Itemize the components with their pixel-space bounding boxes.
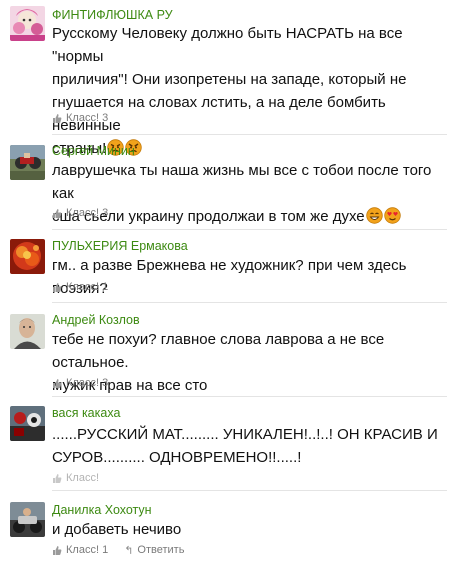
reply-label: Ответить: [137, 544, 185, 556]
divider: [52, 229, 447, 230]
like-button[interactable]: Класс! 3: [52, 207, 108, 219]
like-label: Класс!: [66, 281, 99, 293]
heart-eyes-face-icon: [383, 207, 401, 224]
comment-author[interactable]: ПУЛЬХЕРИЯ Ермакова: [52, 239, 188, 253]
like-count: 3: [102, 112, 109, 124]
avatar[interactable]: [10, 6, 45, 41]
like-count: 1: [102, 281, 109, 293]
comment-text: гм.. а разве Брежнева не художник? при ч…: [52, 254, 452, 300]
like-count: 3: [102, 377, 109, 389]
comment-text-line: ......РУССКИЙ МАТ......... УНИКАЛЕН!..!.…: [52, 426, 438, 443]
reply-button[interactable]: ↰ Ответить: [124, 544, 184, 557]
like-button[interactable]: Класс! 1: [52, 544, 108, 556]
like-label: Класс!: [66, 207, 99, 219]
comment-text-line: мужик прав на все сто: [52, 377, 208, 394]
avatar[interactable]: [10, 406, 45, 441]
comment-text-line: приличия"! Они изопретены на западе, кот…: [52, 71, 407, 88]
comment-author[interactable]: ФИНТИФЛЮШКА РУ: [52, 8, 173, 22]
comment-text: тебе не похуи? главное слова лаврова а н…: [52, 328, 452, 397]
avatar[interactable]: [10, 502, 45, 537]
comment-text-line: Русскому Человеку должно быть НАСРАТЬ на…: [52, 25, 403, 65]
like-label: Класс!: [66, 544, 99, 556]
like-icon: [53, 113, 62, 123]
grin-face-icon: [365, 207, 383, 224]
like-button[interactable]: Класс! 3: [52, 112, 108, 124]
comment-author[interactable]: вася какаха: [52, 406, 120, 420]
comment-text-line: тебе не похуи? главное слова лаврова а н…: [52, 331, 385, 371]
divider: [52, 396, 447, 397]
like-icon: [53, 208, 62, 218]
comment-text-line: и добаветь нечиво: [52, 521, 182, 538]
comment-text-line: сша сьели украину продолжаи в том же дух…: [52, 205, 452, 228]
comment-text-line: СУРОВ.......... ОДНОВРЕМЕНО!!.....!: [52, 449, 302, 466]
like-icon: [53, 282, 62, 292]
like-label: Класс!: [66, 472, 99, 484]
comment-actions: Класс! 3: [52, 206, 108, 220]
like-count: 1: [102, 544, 109, 556]
divider: [52, 490, 447, 491]
like-icon: [53, 378, 62, 388]
like-count: 3: [102, 207, 109, 219]
comment-text-line: гнушается на словах лстить, а на деле бо…: [52, 94, 386, 134]
like-icon: [53, 545, 62, 555]
comment-author[interactable]: Андрей Козлов: [52, 313, 140, 327]
comment-actions: Класс! 1: [52, 280, 108, 294]
reply-arrow-icon: ↰: [124, 544, 134, 557]
like-button[interactable]: Класс! 1: [52, 281, 108, 293]
like-label: Класс!: [66, 112, 99, 124]
comment-text: Русскому Человеку должно быть НАСРАТЬ на…: [52, 22, 452, 160]
comment-actions: Класс! 3: [52, 111, 108, 125]
avatar[interactable]: [10, 145, 45, 180]
comment-author[interactable]: Сергей Минин: [52, 144, 135, 158]
like-button[interactable]: Класс!: [52, 472, 99, 484]
avatar[interactable]: [10, 239, 45, 274]
comment-text: и добаветь нечиво: [52, 518, 452, 541]
comment-author[interactable]: Данилка Хохотун: [52, 503, 152, 517]
like-button[interactable]: Класс! 3: [52, 377, 108, 389]
divider: [52, 134, 447, 135]
comment-actions: Класс! 3: [52, 376, 108, 390]
comment-text-line: лаврушечка ты наша жизнь мы все с тобои …: [52, 162, 432, 202]
comment-text: лаврушечка ты наша жизнь мы все с тобои …: [52, 159, 452, 228]
comment-actions: Класс!: [52, 471, 99, 485]
comment-actions: Класс! 1 ↰ Ответить: [52, 543, 184, 557]
divider: [52, 302, 447, 303]
like-label: Класс!: [66, 377, 99, 389]
comment-text: ......РУССКИЙ МАТ......... УНИКАЛЕН!..!.…: [52, 423, 452, 469]
avatar[interactable]: [10, 314, 45, 349]
comment-text-line: гм.. а разве Брежнева не художник? при ч…: [52, 257, 407, 297]
like-icon: [53, 473, 62, 483]
